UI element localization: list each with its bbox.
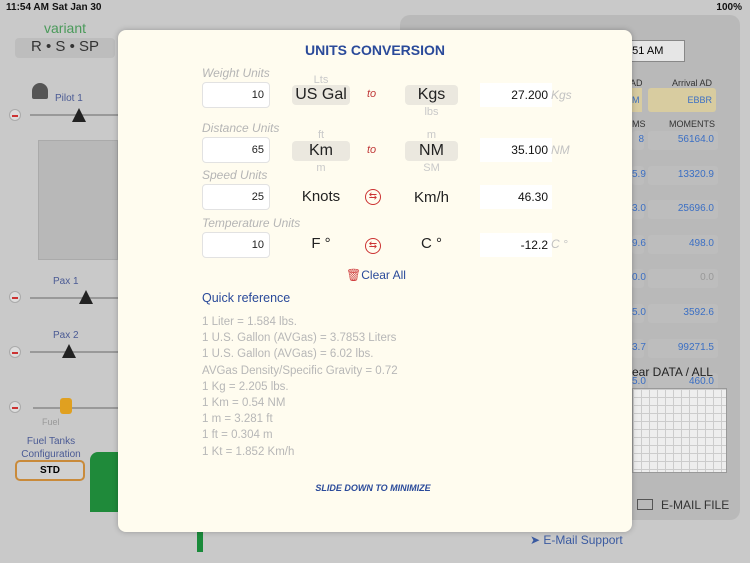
- distance-from-picker[interactable]: Km: [292, 141, 350, 161]
- variant-selector[interactable]: R • S • SP: [15, 38, 115, 58]
- quick-reference-item: 1 Kg = 2.205 lbs.: [202, 380, 289, 393]
- weight-result: 27.200: [480, 83, 552, 107]
- temperature-result-unit: C °: [551, 237, 568, 251]
- quick-reference-item: 1 Km = 0.54 NM: [202, 397, 286, 410]
- fuel-tanks-label: Fuel Tanks Configuration: [21, 436, 81, 460]
- fuel-tanks-button[interactable]: STD: [15, 460, 85, 481]
- arm-cell[interactable]: 3.7: [632, 338, 646, 358]
- to-label: to: [367, 144, 377, 156]
- speed-result: 46.30: [480, 185, 552, 209]
- fuel-nozzle-icon[interactable]: [60, 398, 72, 414]
- email-support-label: E-Mail Support: [543, 533, 623, 547]
- quick-reference-item: 1 Kt = 1.852 Km/h: [202, 445, 295, 458]
- pilot1-minus-button[interactable]: [9, 109, 21, 121]
- departure-field[interactable]: M: [632, 88, 642, 112]
- clear-data-button[interactable]: ear DATA / ALL: [632, 365, 713, 379]
- moment-cell[interactable]: 498.0: [648, 234, 718, 254]
- quick-reference-item: 1 U.S. Gallon (AVGas) = 6.02 lbs.: [202, 348, 374, 361]
- arm-cell[interactable]: 5.9: [632, 165, 646, 185]
- speed-input[interactable]: 25: [202, 184, 270, 210]
- status-battery: 100%: [716, 2, 742, 13]
- arm-cell[interactable]: 5.0: [632, 304, 646, 323]
- pilot1-label: Pilot 1: [55, 93, 83, 104]
- email-file-button[interactable]: E-MAIL FILE: [661, 498, 729, 512]
- email-support-link[interactable]: ➤ E-Mail Support: [530, 533, 623, 547]
- pax1-slider[interactable]: [30, 297, 120, 299]
- to-label: to: [367, 88, 377, 100]
- cg-envelope-chart: [632, 388, 727, 473]
- distance-units-label: Distance Units: [202, 121, 280, 135]
- moments-header: MOMENTS: [669, 119, 715, 129]
- distance-from-option[interactable]: ft: [293, 129, 349, 141]
- quick-reference-title: Quick reference: [202, 291, 291, 305]
- pax1-label: Pax 1: [53, 276, 79, 287]
- distance-result: 35.100: [480, 138, 552, 162]
- pax2-label: Pax 2: [53, 330, 79, 341]
- mail-icon: [637, 499, 653, 510]
- moment-cell[interactable]: 25696.0: [648, 200, 718, 220]
- distance-input[interactable]: 65: [202, 137, 270, 163]
- weight-handle-icon[interactable]: [79, 290, 93, 304]
- trash-icon: 🗑: [346, 268, 362, 282]
- minimize-hint: SLIDE DOWN TO MINIMIZE: [315, 483, 431, 493]
- status-date: Sat Jan 30: [52, 2, 102, 13]
- fuel-minus-button[interactable]: [9, 401, 21, 413]
- distance-to-option[interactable]: m: [405, 129, 458, 141]
- fuel-label: Fuel: [42, 417, 60, 427]
- moment-cell[interactable]: 0.0: [648, 269, 718, 289]
- weight-to-picker[interactable]: Kgs: [405, 85, 458, 105]
- temperature-from-unit: F °: [311, 235, 331, 252]
- distance-to-option[interactable]: SM: [405, 162, 458, 174]
- moment-cell[interactable]: 99271.5: [648, 338, 718, 358]
- temperature-result: -12.2: [480, 233, 552, 257]
- arrival-field[interactable]: EBBR: [648, 88, 716, 112]
- temperature-units-label: Temperature Units: [202, 216, 301, 230]
- quick-reference-item: 1 Liter = 1.584 lbs.: [202, 316, 297, 328]
- green-marker: [197, 532, 203, 552]
- moment-cell[interactable]: 56164.0: [648, 131, 718, 150]
- pax2-minus-button[interactable]: [9, 346, 21, 358]
- speed-units-label: Speed Units: [202, 168, 268, 182]
- moment-cell[interactable]: 3592.6: [648, 304, 718, 323]
- clear-all-label: Clear All: [361, 268, 406, 282]
- weight-from-picker[interactable]: US Gal: [292, 85, 350, 105]
- temperature-to-unit: C °: [421, 235, 442, 252]
- weight-input[interactable]: 10: [202, 82, 270, 108]
- speed-from-unit: Knots: [301, 188, 341, 205]
- weight-to-option[interactable]: lbs: [405, 106, 458, 118]
- distance-to-picker[interactable]: NM: [405, 141, 458, 161]
- distance-result-unit: NM: [551, 143, 570, 157]
- speed-to-unit: Km/h: [413, 189, 449, 206]
- swap-icon[interactable]: ⇆: [365, 238, 381, 254]
- quick-reference-item: 1 U.S. Gallon (AVGas) = 3.7853 Liters: [202, 332, 397, 345]
- swap-icon[interactable]: ⇆: [365, 189, 381, 205]
- clear-all-button[interactable]: 🗑Clear All: [346, 268, 406, 282]
- arms-header: MS: [632, 119, 646, 129]
- units-conversion-modal: UNITS CONVERSION Weight Units 10 Lts US …: [118, 30, 632, 532]
- arm-cell[interactable]: 0.0: [632, 269, 646, 289]
- quick-reference-item: 1 m = 3.281 ft: [202, 413, 273, 426]
- weight-result-unit: Kgs: [551, 88, 572, 102]
- quick-reference-list: 1 Liter = 1.584 lbs. 1 U.S. Gallon (AVGas…: [202, 314, 398, 460]
- weight-handle-icon[interactable]: [72, 108, 86, 122]
- pax1-minus-button[interactable]: [9, 291, 21, 303]
- temperature-input[interactable]: 10: [202, 232, 270, 258]
- weight-handle-icon[interactable]: [62, 344, 76, 358]
- arm-cell[interactable]: 8: [632, 131, 644, 150]
- distance-from-option[interactable]: m: [293, 162, 349, 174]
- moment-cell[interactable]: 13320.9: [648, 165, 718, 185]
- modal-title: UNITS CONVERSION: [304, 42, 445, 58]
- aircraft-seat-image: [38, 140, 118, 260]
- status-time: 11:54 AM: [6, 2, 49, 13]
- arrival-header: Arrival AD: [672, 78, 713, 88]
- arm-cell[interactable]: 3.0: [632, 200, 646, 220]
- variant-label: variant: [44, 20, 87, 36]
- pilot-icon: [32, 83, 48, 99]
- weight-units-label: Weight Units: [202, 66, 270, 80]
- fuel-tank-graphic: [90, 452, 120, 512]
- quick-reference-item: AVGas Density/Specific Gravity = 0.72: [202, 364, 398, 377]
- arm-cell[interactable]: 9.6: [632, 234, 646, 254]
- fuel-slider[interactable]: [33, 407, 118, 409]
- quick-reference-item: 1 ft = 0.304 m: [202, 429, 273, 442]
